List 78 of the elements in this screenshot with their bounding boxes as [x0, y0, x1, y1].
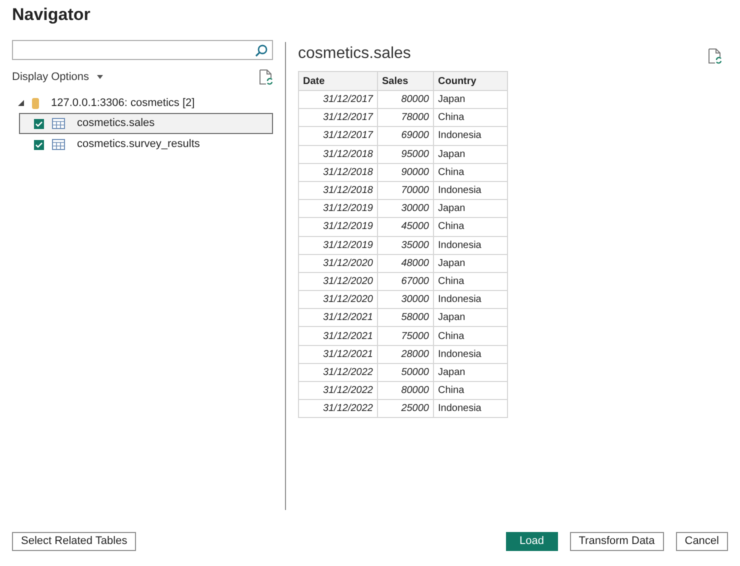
table-cell: Japan: [434, 254, 508, 272]
table-cell: 67000: [378, 272, 434, 291]
table-cell: Indonesia: [434, 181, 508, 200]
table-cell: 48000: [378, 254, 434, 272]
table-cell: 95000: [378, 145, 434, 164]
table-cell: 31/12/2022: [298, 363, 378, 382]
table-cell: China: [434, 108, 508, 127]
table-cell: 35000: [378, 236, 434, 254]
table-cell: 31/12/2017: [298, 108, 378, 127]
expand-triangle-icon[interactable]: [18, 100, 24, 106]
table-cell: 31/12/2019: [298, 200, 378, 218]
tree-item[interactable]: cosmetics.sales: [19, 113, 273, 134]
checkbox[interactable]: [34, 118, 44, 128]
column-header[interactable]: Date: [298, 72, 378, 90]
column-header[interactable]: Country: [434, 72, 508, 90]
table-cell: 31/12/2017: [298, 90, 378, 109]
tree-item[interactable]: cosmetics.survey_results: [19, 134, 273, 155]
table-cell: 31/12/2021: [298, 326, 378, 346]
dialog-button[interactable]: Cancel: [676, 532, 728, 550]
table-cell: 80000: [378, 90, 434, 109]
table-cell: Indonesia: [434, 290, 508, 309]
table-cell: 78000: [378, 108, 434, 127]
table-cell: Indonesia: [434, 126, 508, 146]
table-cell: 31/12/2021: [298, 308, 378, 327]
table-cell: 31/12/2022: [298, 400, 378, 418]
table-cell: Japan: [434, 90, 508, 109]
column-header[interactable]: Sales: [378, 72, 434, 90]
table-cell: 70000: [378, 181, 434, 200]
table-cell: 31/12/2021: [298, 345, 378, 364]
window-title: Navigator: [11, 4, 92, 26]
refresh-document-icon[interactable]: [708, 48, 722, 64]
table-cell: Japan: [434, 145, 508, 164]
table-cell: 31/12/2018: [298, 145, 378, 164]
table-cell: China: [434, 163, 508, 182]
table-cell: China: [434, 326, 508, 346]
table-cell: 80000: [378, 382, 434, 400]
search-icon[interactable]: [255, 44, 268, 56]
table-cell: 31/12/2020: [298, 290, 378, 309]
database-icon: [32, 98, 39, 108]
table-cell: 31/12/2018: [298, 163, 378, 182]
refresh-document-icon[interactable]: [259, 69, 273, 85]
table-cell: 31/12/2017: [298, 126, 378, 146]
table-cell: 28000: [378, 345, 434, 364]
table-cell: 30000: [378, 290, 434, 309]
checkbox[interactable]: [34, 140, 44, 150]
table-cell: 31/12/2020: [298, 254, 378, 272]
table-cell: China: [434, 272, 508, 291]
preview-title: cosmetics.sales: [298, 44, 411, 64]
table-cell: Indonesia: [434, 345, 508, 364]
tree-item-label[interactable]: 127.0.0.1:3306: cosmetics [2]: [51, 94, 195, 112]
table-cell: 31/12/2022: [298, 382, 378, 400]
table-cell: 31/12/2019: [298, 218, 378, 236]
table-cell: Japan: [434, 363, 508, 382]
table-cell: 45000: [378, 218, 434, 236]
table-cell: 31/12/2019: [298, 236, 378, 254]
load-button[interactable]: Load: [506, 532, 558, 550]
caret-icon: [97, 75, 104, 79]
dialog-button[interactable]: Select Related Tables: [12, 532, 136, 550]
table-cell: 30000: [378, 200, 434, 218]
table-cell: Indonesia: [434, 236, 508, 254]
table-cell: 75000: [378, 326, 434, 346]
table-icon: [52, 139, 65, 150]
search-field[interactable]: [12, 40, 273, 60]
table-cell: 58000: [378, 308, 434, 327]
table-cell: 31/12/2020: [298, 272, 378, 291]
display-options-dropdown[interactable]: Display Options: [12, 68, 104, 86]
table-cell: Indonesia: [434, 400, 508, 418]
table-cell: 31/12/2018: [298, 181, 378, 200]
table-cell: Japan: [434, 308, 508, 327]
table-cell: 69000: [378, 126, 434, 146]
table-cell: Japan: [434, 200, 508, 218]
table-cell: China: [434, 218, 508, 236]
dialog-button[interactable]: Transform Data: [570, 532, 664, 550]
table-cell: China: [434, 382, 508, 400]
table-cell: 25000: [378, 400, 434, 418]
table-cell: 50000: [378, 363, 434, 382]
table-icon: [52, 118, 65, 129]
table-cell: 90000: [378, 163, 434, 182]
